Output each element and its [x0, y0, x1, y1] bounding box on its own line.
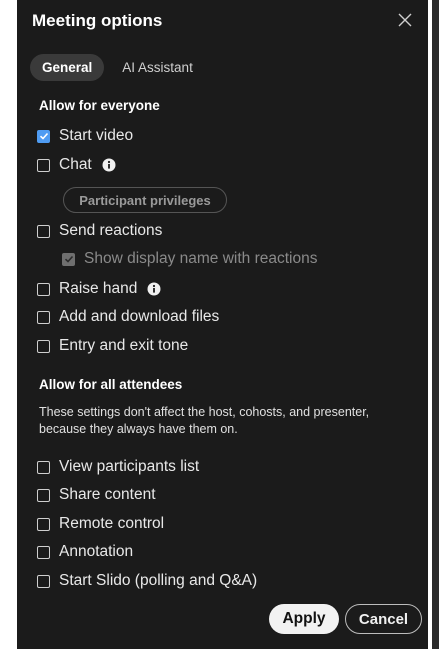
option-view-participants[interactable]: View participants list	[37, 456, 199, 478]
option-label: Annotation	[59, 543, 134, 560]
participant-privileges-button[interactable]: Participant privileges	[63, 187, 227, 213]
check-icon	[64, 255, 73, 263]
option-add-download-files[interactable]: Add and download files	[37, 306, 219, 328]
tab-general[interactable]: General	[30, 53, 105, 81]
checkbox-entry-exit-tone[interactable]	[37, 339, 50, 353]
option-label: Entry and exit tone	[59, 337, 189, 354]
tab-bar: General AI Assistant	[30, 53, 205, 81]
checkbox-start-video[interactable]	[37, 129, 50, 143]
checkbox-show-display-name[interactable]	[62, 252, 75, 266]
option-raise-hand[interactable]: Raise hand	[37, 278, 161, 300]
background-window-edge	[428, 0, 445, 649]
checkbox-remote-control[interactable]	[37, 517, 50, 531]
option-label: Show display name with reactions	[84, 250, 318, 267]
option-label: View participants list	[59, 458, 200, 475]
checkbox-start-slido[interactable]	[37, 574, 50, 588]
panel-title: Meeting options	[32, 11, 163, 30]
info-icon[interactable]	[102, 158, 116, 172]
option-start-slido[interactable]: Start Slido (polling and Q&A)	[37, 570, 257, 592]
option-label: Share content	[59, 486, 156, 503]
background-window-sliver	[432, 0, 439, 649]
section-title-everyone: Allow for everyone	[39, 98, 160, 113]
checkbox-view-participants[interactable]	[37, 460, 50, 474]
checkbox-chat[interactable]	[37, 158, 50, 172]
option-annotation[interactable]: Annotation	[37, 541, 133, 563]
info-icon[interactable]	[147, 282, 161, 296]
option-label: Chat	[59, 156, 92, 173]
option-start-video[interactable]: Start video	[37, 125, 133, 147]
checkbox-raise-hand[interactable]	[37, 282, 50, 296]
attendees-description: These settings don't affect the host, co…	[39, 405, 370, 436]
meeting-options-panel: Meeting options General AI Assistant All…	[17, 0, 428, 649]
option-label: Remote control	[59, 515, 165, 532]
checkbox-send-reactions[interactable]	[37, 224, 50, 238]
option-label: Send reactions	[59, 222, 163, 239]
close-icon	[398, 13, 412, 27]
check-icon	[39, 132, 48, 140]
option-label: Raise hand	[59, 280, 138, 297]
checkbox-annotation[interactable]	[37, 545, 50, 559]
apply-button[interactable]: Apply	[269, 604, 339, 634]
option-show-display-name[interactable]: Show display name with reactions	[62, 248, 317, 270]
panel-header: Meeting options	[17, 0, 428, 44]
section-title-attendees: Allow for all attendees	[39, 377, 183, 392]
option-label: Add and download files	[59, 308, 220, 325]
checkbox-share-content[interactable]	[37, 488, 50, 502]
checkbox-add-download-files[interactable]	[37, 310, 50, 324]
tab-ai-assistant[interactable]: AI Assistant	[110, 54, 205, 81]
close-button[interactable]	[394, 9, 416, 31]
option-label: Start video	[59, 127, 134, 144]
option-label: Start Slido (polling and Q&A)	[59, 572, 258, 589]
cancel-button[interactable]: Cancel	[345, 604, 422, 634]
option-send-reactions[interactable]: Send reactions	[37, 220, 162, 242]
option-remote-control[interactable]: Remote control	[37, 513, 164, 535]
option-entry-exit-tone[interactable]: Entry and exit tone	[37, 335, 188, 357]
option-chat[interactable]: Chat	[37, 154, 116, 176]
option-share-content[interactable]: Share content	[37, 484, 156, 506]
